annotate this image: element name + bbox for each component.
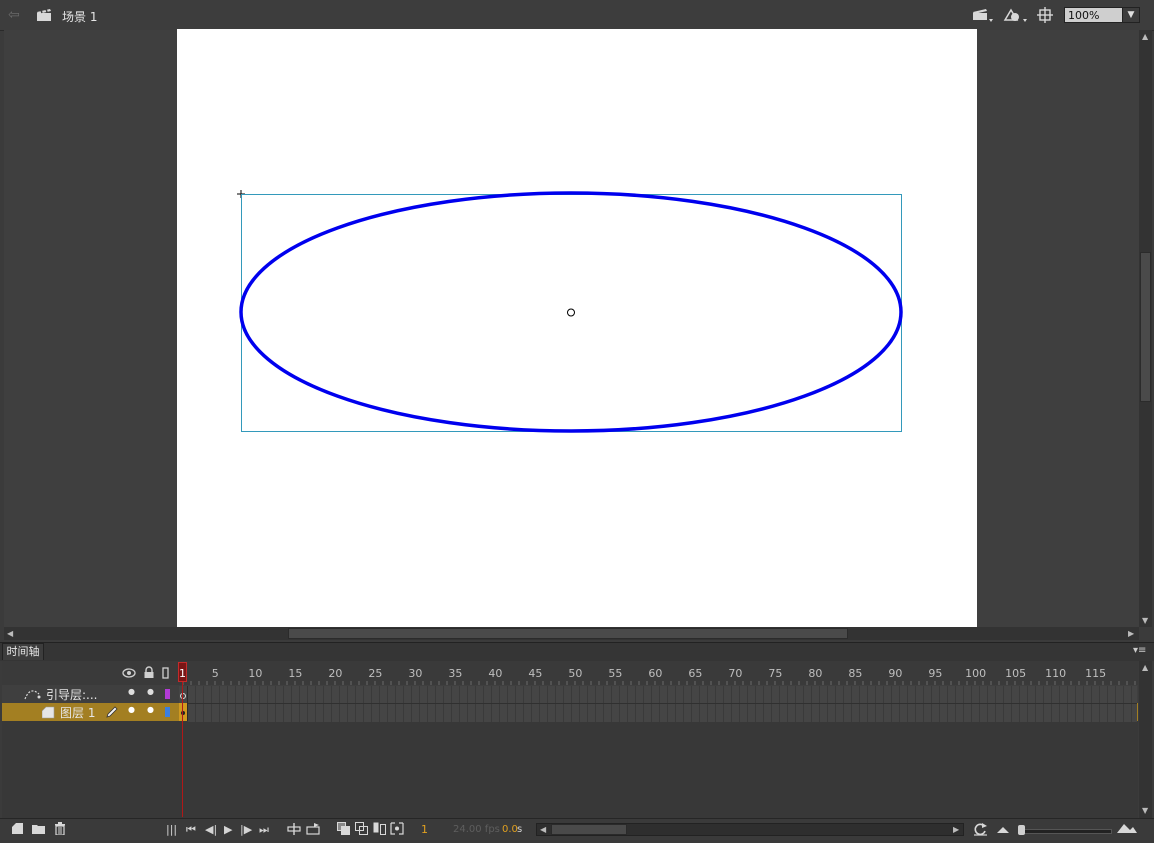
playhead-line <box>182 662 183 817</box>
fps-readout[interactable]: 24.00 fps <box>453 824 500 835</box>
loop-icon[interactable] <box>306 822 321 835</box>
transform-point[interactable] <box>567 308 575 317</box>
scroll-down-arrow-icon[interactable]: ▼ <box>1142 616 1148 625</box>
step-forward-icon[interactable]: |▶ <box>240 823 252 836</box>
stage-overlay <box>237 190 903 433</box>
keyframe-cell-layer1[interactable] <box>179 703 188 721</box>
go-to-last-frame-icon[interactable]: ⏭ <box>259 823 269 837</box>
pencil-icon <box>106 706 118 718</box>
scroll-left-arrow-icon[interactable]: ◀ <box>540 825 546 834</box>
guide-layer-icon <box>24 690 41 700</box>
timeline-zoom-slider[interactable] <box>1018 829 1112 834</box>
lock-dot[interactable]: ● <box>147 687 154 696</box>
scroll-left-arrow-icon[interactable]: ◀ <box>7 629 13 638</box>
elapsed-time-readout[interactable]: 0.0 <box>502 824 518 835</box>
elapsed-time-unit: s <box>517 824 523 835</box>
visibility-dot[interactable]: ● <box>128 687 135 696</box>
zoom-out-mountain-icon[interactable] <box>997 825 1009 834</box>
lock-dot[interactable]: ● <box>147 705 154 714</box>
new-folder-icon[interactable] <box>32 823 46 835</box>
horizontal-scroll-thumb[interactable] <box>288 628 848 639</box>
scroll-down-arrow-icon[interactable]: ▼ <box>1142 806 1148 815</box>
divider-grip-icon[interactable]: ||| <box>166 823 177 836</box>
empty-keyframe-marker <box>180 693 186 699</box>
onion-skin-icon[interactable] <box>337 822 351 835</box>
timeline-zoom-slider-knob[interactable] <box>1018 825 1025 835</box>
center-frame-icon[interactable] <box>287 823 301 835</box>
outline-icon[interactable] <box>162 667 170 679</box>
lock-icon[interactable] <box>143 666 155 679</box>
layer-name-guide[interactable]: 引导层:... <box>46 686 98 703</box>
frames-grid[interactable] <box>187 686 1137 722</box>
scroll-up-arrow-icon[interactable]: ▲ <box>1142 663 1148 672</box>
layer-name-layer1[interactable]: 图层 1 <box>60 704 95 721</box>
modify-onion-markers-icon[interactable] <box>390 822 404 835</box>
zoom-in-mountain-icon[interactable] <box>1117 822 1137 834</box>
current-frame-readout[interactable]: 1 <box>421 823 428 836</box>
eye-icon[interactable] <box>122 667 136 679</box>
vertical-scroll-thumb[interactable] <box>1140 252 1151 402</box>
timeline-tab-bar: ▾≡ <box>0 642 1154 661</box>
reset-timeline-scale-icon[interactable] <box>973 822 988 836</box>
layer-color-swatch[interactable] <box>165 689 170 699</box>
visibility-dot[interactable]: ● <box>128 705 135 714</box>
layer-color-swatch[interactable] <box>165 707 170 717</box>
tab-timeline[interactable]: 时间轴 <box>2 643 44 660</box>
keyframe-cell-guide[interactable] <box>179 686 188 703</box>
step-back-icon[interactable]: ◀| <box>205 823 217 836</box>
go-to-first-frame-icon[interactable]: ⏮ <box>186 823 196 837</box>
edit-multiple-frames-icon[interactable] <box>373 822 387 835</box>
play-icon[interactable]: ▶ <box>224 823 232 836</box>
scroll-up-arrow-icon[interactable]: ▲ <box>1142 32 1148 41</box>
onion-skin-outlines-icon[interactable] <box>355 822 369 835</box>
new-layer-icon[interactable] <box>12 823 24 835</box>
delete-trash-icon[interactable] <box>54 822 66 835</box>
timeline-vertical-scrollbar[interactable]: ▲ ▼ <box>1139 661 1152 818</box>
playhead-frame-number: 1 <box>179 667 186 680</box>
scroll-right-arrow-icon[interactable]: ▶ <box>1128 629 1134 638</box>
layer-icon <box>42 706 55 719</box>
scroll-right-arrow-icon[interactable]: ▶ <box>953 825 959 834</box>
timeline-scroll-thumb[interactable] <box>551 824 627 835</box>
panel-menu-icon[interactable]: ▾≡ <box>1133 645 1146 656</box>
